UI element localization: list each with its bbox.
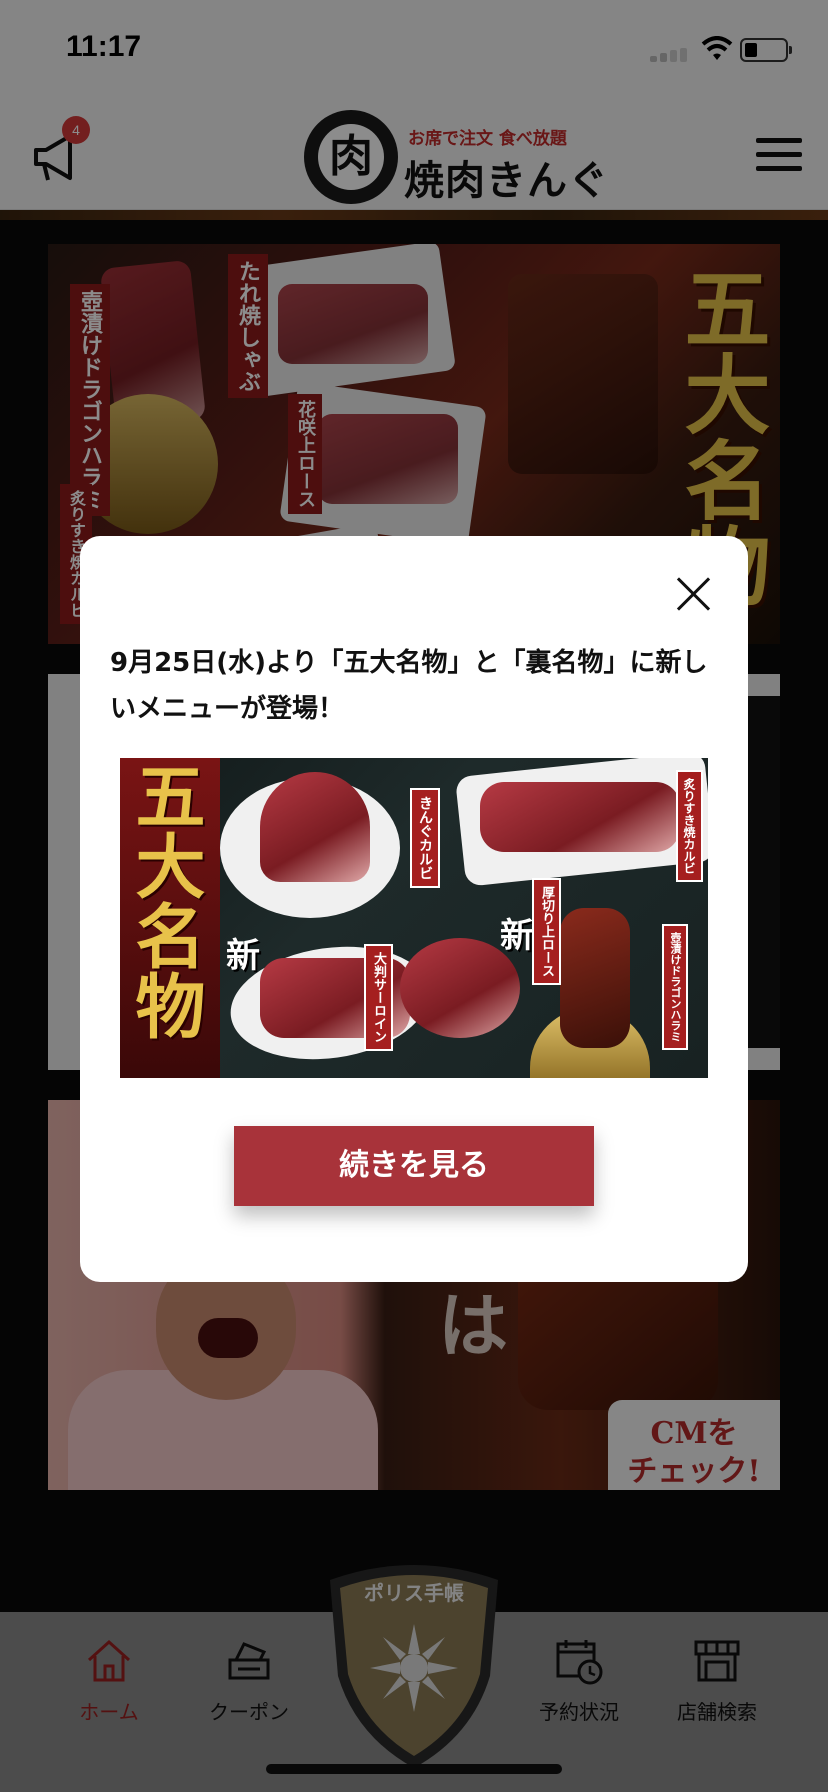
new-mark: 新: [500, 916, 534, 956]
announcement-modal: 9月25日(水)より「五大名物」と「裏名物」に新しいメニューが登場！ 五大名物 …: [80, 536, 748, 1282]
menu-tag: 厚切り上ロース: [532, 878, 561, 985]
menu-tag: 大判サーロイン: [364, 944, 393, 1051]
close-icon[interactable]: [672, 574, 716, 618]
new-mark: 新: [226, 936, 260, 976]
menu-tag: 炙りすき焼カルビ: [676, 770, 703, 882]
menu-tag: 壺漬けドラゴンハラミ: [662, 924, 688, 1050]
read-more-button[interactable]: 続きを見る: [234, 1126, 594, 1206]
menu-tag: きんぐカルビ: [410, 788, 440, 888]
modal-promo-image[interactable]: 五大名物 新 新 きんぐカルビ 炙りすき焼カルビ 厚切り上ロース 大判サーロイン…: [120, 758, 708, 1078]
modal-title: 9月25日(水)より「五大名物」と「裏名物」に新しいメニューが登場！: [110, 648, 708, 724]
modal-image-headline: 五大名物: [120, 758, 220, 1078]
